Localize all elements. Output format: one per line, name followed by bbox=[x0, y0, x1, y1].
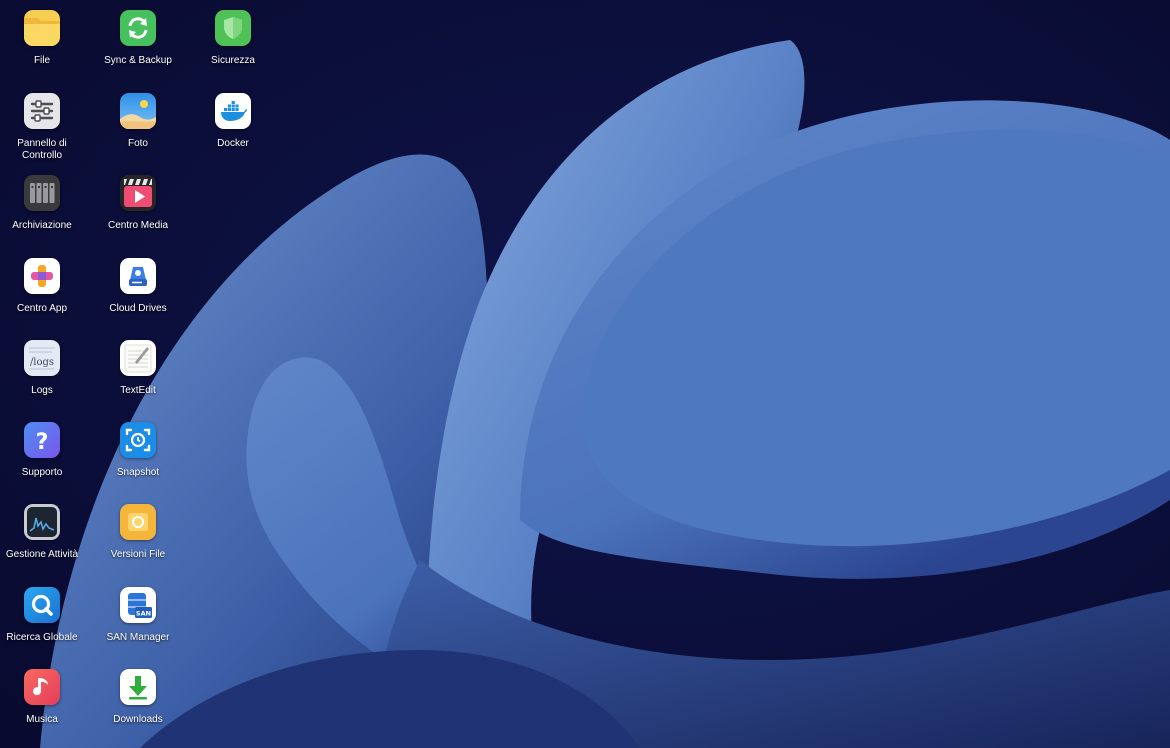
photos-icon bbox=[120, 93, 156, 129]
desktop-icon-san-manager[interactable]: SAN SAN Manager bbox=[92, 587, 184, 644]
icon-label: Sync & Backup bbox=[104, 55, 172, 66]
desktop: File Pannello di Controllo Archiviazione… bbox=[0, 0, 1170, 748]
desktop-icon-activity-monitor[interactable]: Gestione Attività bbox=[0, 504, 88, 561]
icon-label: Centro App bbox=[16, 303, 68, 314]
desktop-icon-media-center[interactable]: Centro Media bbox=[92, 175, 184, 232]
icon-label: Ricerca Globale bbox=[6, 632, 78, 643]
control-panel-icon bbox=[24, 93, 60, 129]
icon-label: Sicurezza bbox=[211, 55, 255, 66]
desktop-icon-file[interactable]: File bbox=[0, 10, 88, 67]
desktop-icon-global-search[interactable]: Ricerca Globale bbox=[0, 587, 88, 644]
icon-label: Logs bbox=[31, 385, 53, 396]
icon-label: Foto bbox=[127, 138, 148, 149]
desktop-icon-control-panel[interactable]: Pannello di Controllo bbox=[0, 93, 88, 162]
textedit-icon bbox=[120, 340, 156, 376]
icon-label: Cloud Drives bbox=[109, 303, 167, 314]
icon-label: Gestione Attività bbox=[5, 549, 79, 560]
activity-monitor-icon bbox=[24, 504, 60, 540]
desktop-icon-sync-backup[interactable]: Sync & Backup bbox=[92, 10, 184, 67]
icon-label: Archiviazione bbox=[12, 220, 72, 231]
snapshot-icon bbox=[120, 422, 156, 458]
icon-label: Downloads bbox=[113, 714, 163, 725]
icon-label: SAN Manager bbox=[106, 632, 170, 643]
svg-text:?: ? bbox=[36, 430, 49, 455]
shield-icon bbox=[215, 10, 251, 46]
icon-label: Snapshot bbox=[116, 467, 160, 478]
desktop-icon-photos[interactable]: Foto bbox=[92, 93, 184, 150]
global-search-icon bbox=[24, 587, 60, 623]
downloads-icon bbox=[120, 669, 156, 705]
desktop-icon-file-versions[interactable]: Versioni File bbox=[92, 504, 184, 561]
support-icon: ? bbox=[24, 422, 60, 458]
desktop-icon-downloads[interactable]: Downloads bbox=[92, 669, 184, 726]
docker-icon bbox=[215, 93, 251, 129]
desktop-icon-music[interactable]: Musica bbox=[0, 669, 88, 726]
icon-label: Versioni File bbox=[110, 549, 166, 560]
desktop-icon-logs[interactable]: /logs Logs bbox=[0, 340, 88, 397]
icon-label: Musica bbox=[26, 714, 58, 725]
desktop-icon-docker[interactable]: Docker bbox=[187, 93, 279, 150]
desktop-icon-snapshot[interactable]: Snapshot bbox=[92, 422, 184, 479]
san-manager-icon: SAN bbox=[120, 587, 156, 623]
desktop-icon-cloud-drives[interactable]: Cloud Drives bbox=[92, 258, 184, 315]
storage-icon bbox=[24, 175, 60, 211]
icon-label: Pannello di Controllo bbox=[17, 138, 67, 161]
cloud-drives-icon bbox=[120, 258, 156, 294]
desktop-icon-storage[interactable]: Archiviazione bbox=[0, 175, 88, 232]
logs-icon-text: /logs bbox=[30, 357, 54, 368]
desktop-icon-support[interactable]: ? Supporto bbox=[0, 422, 88, 479]
app-center-icon bbox=[24, 258, 60, 294]
icon-label: Supporto bbox=[21, 467, 63, 478]
desktop-icon-textedit[interactable]: TextEdit bbox=[92, 340, 184, 397]
folder-icon bbox=[24, 10, 60, 46]
file-versions-icon bbox=[120, 504, 156, 540]
sync-backup-icon bbox=[120, 10, 156, 46]
media-center-icon bbox=[120, 175, 156, 211]
desktop-icon-security[interactable]: Sicurezza bbox=[187, 10, 279, 67]
logs-icon: /logs bbox=[24, 340, 60, 376]
desktop-icon-app-center[interactable]: Centro App bbox=[0, 258, 88, 315]
san-icon-text: SAN bbox=[136, 610, 151, 618]
icon-label: Centro Media bbox=[107, 220, 169, 231]
music-icon bbox=[24, 669, 60, 705]
icon-label: Docker bbox=[217, 138, 249, 149]
icon-label: File bbox=[33, 55, 51, 66]
icon-label: TextEdit bbox=[120, 385, 156, 396]
